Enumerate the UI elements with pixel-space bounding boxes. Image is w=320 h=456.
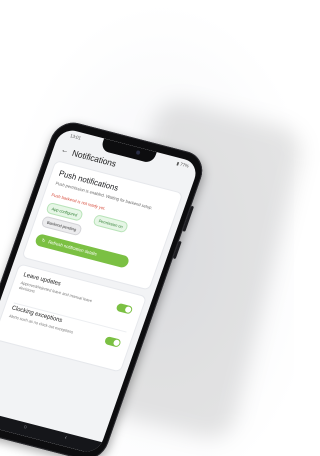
refresh-icon: ↻ bbox=[41, 237, 47, 244]
home-icon[interactable]: ○ bbox=[22, 424, 27, 431]
system-nav-bar: ||| ○ ‹ bbox=[0, 406, 103, 455]
leave-toggle[interactable] bbox=[115, 302, 134, 315]
chip-permission-on: Permission on bbox=[92, 214, 130, 234]
leave-toggle-knob bbox=[124, 305, 133, 314]
refresh-button[interactable]: ↻ Refresh notification details bbox=[34, 233, 131, 269]
clocking-toggle[interactable] bbox=[103, 335, 122, 348]
battery-indicator: ▮ 77% bbox=[175, 160, 190, 169]
stage: 13:01 ▮ 77% ← Notifications Push notific… bbox=[0, 0, 307, 456]
nav-back-icon[interactable]: ‹ bbox=[64, 435, 68, 441]
camera-icon bbox=[135, 150, 141, 156]
back-arrow-icon[interactable]: ← bbox=[60, 145, 71, 156]
clocking-toggle-knob bbox=[112, 339, 121, 347]
refresh-label: Refresh notification details bbox=[47, 239, 98, 257]
status-time: 13:01 bbox=[69, 133, 82, 141]
